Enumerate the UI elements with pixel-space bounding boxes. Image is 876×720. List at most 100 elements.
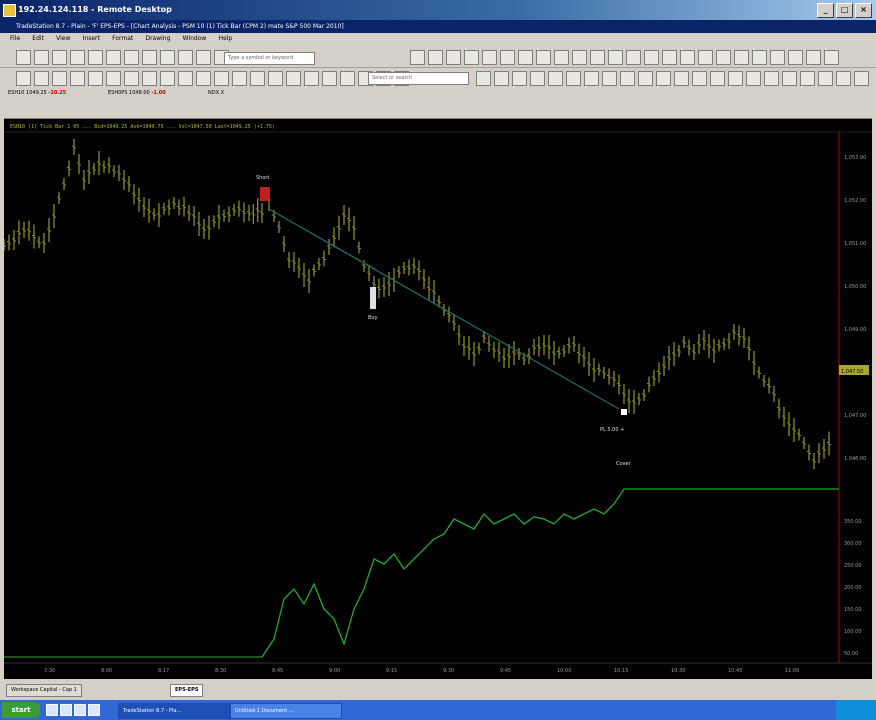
- toolbar-icon[interactable]: [752, 50, 767, 65]
- toolbar-icon[interactable]: [818, 71, 833, 86]
- toolbar-icon[interactable]: [662, 50, 677, 65]
- toolbar-icon[interactable]: [482, 50, 497, 65]
- toolbar-icon[interactable]: [734, 50, 749, 65]
- toolbar-icon[interactable]: [464, 50, 479, 65]
- toolbar-icon[interactable]: [34, 71, 49, 86]
- toolbar-icon[interactable]: [584, 71, 599, 86]
- minimize-button[interactable]: _: [817, 3, 834, 18]
- toolbar-icon[interactable]: [34, 50, 49, 65]
- quicklaunch-icon[interactable]: [46, 704, 58, 716]
- menu-window[interactable]: Window: [183, 35, 207, 42]
- tab-workspace[interactable]: Workspace Capital - Cap 1: [6, 684, 82, 697]
- tab-eps-eps[interactable]: EPS-EPS: [170, 684, 204, 697]
- close-button[interactable]: ×: [855, 3, 872, 18]
- toolbar-icon[interactable]: [608, 50, 623, 65]
- toolbar-icon[interactable]: [512, 71, 527, 86]
- quicklaunch-icon[interactable]: [88, 704, 100, 716]
- toolbar-icon[interactable]: [518, 50, 533, 65]
- toolbar-icon[interactable]: [304, 71, 319, 86]
- maximize-button[interactable]: □: [836, 3, 853, 18]
- menu-format[interactable]: Format: [112, 35, 133, 42]
- menu-file[interactable]: File: [10, 35, 20, 42]
- toolbar-icon[interactable]: [800, 71, 815, 86]
- toolbar-icon[interactable]: [500, 50, 515, 65]
- toolbar-icon[interactable]: [602, 71, 617, 86]
- quicklaunch-icon[interactable]: [60, 704, 72, 716]
- toolbar-icon[interactable]: [746, 71, 761, 86]
- toolbar-icon[interactable]: [626, 50, 641, 65]
- menu-drawing[interactable]: Drawing: [145, 35, 170, 42]
- taskbar-item-document[interactable]: Untitled-1 Document ...: [230, 703, 342, 719]
- toolbar-icon[interactable]: [566, 71, 581, 86]
- toolbar-icon[interactable]: [52, 50, 67, 65]
- toolbar-icon[interactable]: [322, 71, 337, 86]
- toolbar-icon[interactable]: [340, 71, 355, 86]
- toolbar-icon[interactable]: [196, 71, 211, 86]
- toolbar-icon[interactable]: [572, 50, 587, 65]
- toolbar-icon[interactable]: [716, 50, 731, 65]
- toolbar-icon[interactable]: [268, 71, 283, 86]
- toolbar-icon[interactable]: [428, 50, 443, 65]
- quote-item[interactable]: ESH0PS 1048.00 -1.00: [108, 90, 166, 96]
- toolbar-icon[interactable]: [16, 71, 31, 86]
- price-chart[interactable]: 1,053.00 1,052.00 1,051.00 1,050.00 1,049.00…: [2, 119, 872, 679]
- toolbar-icon[interactable]: [106, 50, 121, 65]
- toolbar-icon[interactable]: [88, 71, 103, 86]
- toolbar-icon[interactable]: [590, 50, 605, 65]
- toolbar-icon[interactable]: [106, 71, 121, 86]
- toolbar-icon[interactable]: [680, 50, 695, 65]
- toolbar-icon[interactable]: [806, 50, 821, 65]
- toolbar-icon[interactable]: [836, 71, 851, 86]
- taskbar-item-tradestation[interactable]: TradeStation 8.7 - Pla...: [118, 703, 230, 719]
- toolbar-icon[interactable]: [674, 71, 689, 86]
- toolbar-icon[interactable]: [446, 50, 461, 65]
- menu-help[interactable]: Help: [219, 35, 233, 42]
- toolbar-icon[interactable]: [250, 71, 265, 86]
- toolbar-icon[interactable]: [142, 71, 157, 86]
- quicklaunch-icon[interactable]: [74, 704, 86, 716]
- toolbar-icon[interactable]: [178, 71, 193, 86]
- toolbar-icon[interactable]: [196, 50, 211, 65]
- toolbar-icon[interactable]: [214, 71, 229, 86]
- toolbar-icon[interactable]: [494, 71, 509, 86]
- toolbar-icon[interactable]: [710, 71, 725, 86]
- toolbar-icon[interactable]: [160, 50, 175, 65]
- toolbar-icon[interactable]: [232, 71, 247, 86]
- toolbar-icon[interactable]: [782, 71, 797, 86]
- menu-insert[interactable]: Insert: [83, 35, 100, 42]
- toolbar-icon[interactable]: [656, 71, 671, 86]
- study-search-input[interactable]: Select or search: [368, 72, 469, 85]
- chart-analysis-window[interactable]: 1,053.00 1,052.00 1,051.00 1,050.00 1,049.00…: [2, 118, 872, 679]
- toolbar-icon[interactable]: [620, 71, 635, 86]
- toolbar-icon[interactable]: [788, 50, 803, 65]
- toolbar-icon[interactable]: [476, 71, 491, 86]
- toolbar-icon[interactable]: [70, 50, 85, 65]
- toolbar-icon[interactable]: [70, 71, 85, 86]
- toolbar-icon[interactable]: [554, 50, 569, 65]
- toolbar-icon[interactable]: [142, 50, 157, 65]
- toolbar-icon[interactable]: [638, 71, 653, 86]
- quote-item[interactable]: NDX.X: [208, 90, 224, 96]
- toolbar-icon[interactable]: [88, 50, 103, 65]
- quote-item[interactable]: ESH10 1049.25 -10.25: [8, 90, 66, 96]
- toolbar-icon[interactable]: [536, 50, 551, 65]
- menu-view[interactable]: View: [56, 35, 70, 42]
- toolbar-icon[interactable]: [728, 71, 743, 86]
- toolbar-icon[interactable]: [764, 71, 779, 86]
- toolbar-icon[interactable]: [692, 71, 707, 86]
- toolbar-icon[interactable]: [124, 50, 139, 65]
- menu-edit[interactable]: Edit: [32, 35, 44, 42]
- toolbar-icon[interactable]: [854, 71, 869, 86]
- start-button[interactable]: start: [2, 702, 40, 718]
- toolbar-icon[interactable]: [644, 50, 659, 65]
- toolbar-icon[interactable]: [52, 71, 67, 86]
- toolbar-icon[interactable]: [410, 50, 425, 65]
- symbol-search-input[interactable]: Type a symbol or keyword: [224, 52, 315, 65]
- toolbar-icon[interactable]: [824, 50, 839, 65]
- toolbar-icon[interactable]: [16, 50, 31, 65]
- toolbar-icon[interactable]: [770, 50, 785, 65]
- toolbar-icon[interactable]: [124, 71, 139, 86]
- toolbar-icon[interactable]: [160, 71, 175, 86]
- toolbar-icon[interactable]: [178, 50, 193, 65]
- toolbar-icon[interactable]: [548, 71, 563, 86]
